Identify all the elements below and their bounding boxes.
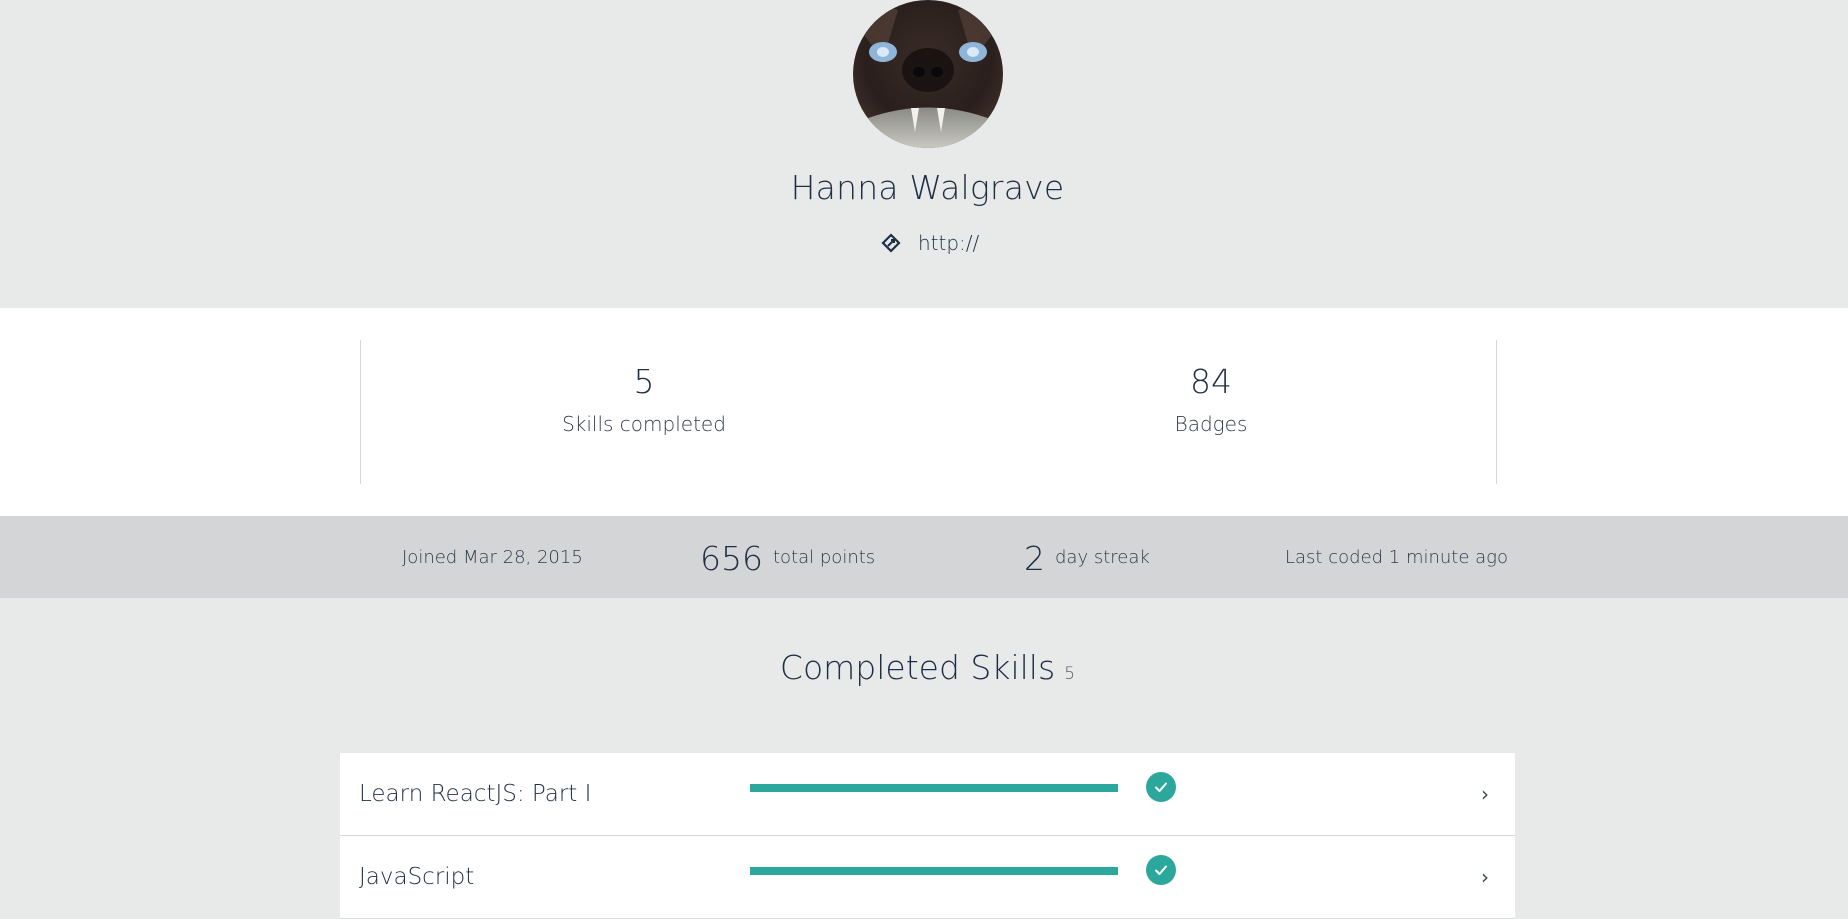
completed-skills-count: 5 [1064, 664, 1076, 684]
stats-box: 5 Skills completed 84 Badges [360, 340, 1497, 484]
chevron-right-icon[interactable]: › [1475, 753, 1495, 835]
joined-text: Joined Mar 28, 2015 [402, 546, 583, 568]
skill-progress-bar [750, 867, 1118, 875]
skill-row[interactable]: JavaScript › [340, 836, 1515, 919]
badges-label: Badges [1174, 411, 1248, 436]
completed-skills-heading: Completed Skills 5 [0, 648, 1848, 687]
skill-progress-fill [750, 867, 1118, 875]
last-coded-text: Last coded 1 minute ago [1285, 546, 1508, 568]
last-coded: Last coded 1 minute ago [1285, 516, 1508, 598]
link-icon [880, 232, 902, 254]
badges-value: 84 [1190, 362, 1232, 401]
profile-name: Hanna Walgrave [790, 168, 1065, 207]
check-icon [1146, 855, 1176, 885]
skills-completed-value: 5 [633, 362, 655, 401]
stats-band: 5 Skills completed 84 Badges [0, 308, 1848, 516]
day-streak: 2 day streak [1024, 516, 1150, 598]
skill-progress-fill [750, 784, 1118, 792]
stat-badges[interactable]: 84 Badges [1011, 340, 1411, 436]
skill-progress-bar [750, 784, 1118, 792]
skill-name[interactable]: JavaScript [359, 836, 474, 918]
check-icon [1146, 772, 1176, 802]
streak-label: day streak [1055, 546, 1150, 568]
total-points-label: total points [773, 546, 876, 568]
skills-completed-label: Skills completed [562, 411, 726, 436]
completed-skills-title: Completed Skills [779, 648, 1056, 687]
total-points: 656 total points [700, 516, 875, 598]
skill-row[interactable]: Learn ReactJS: Part I › [340, 753, 1515, 836]
profile-header: Hanna Walgrave http:// [0, 0, 1848, 308]
website-url[interactable]: http:// [918, 231, 979, 255]
avatar-photo [853, 0, 1003, 148]
streak-value: 2 [1024, 538, 1045, 578]
stat-skills-completed[interactable]: 5 Skills completed [444, 340, 844, 436]
website-link[interactable]: http:// [880, 228, 979, 258]
skill-name[interactable]: Learn ReactJS: Part I [359, 753, 591, 835]
chevron-right-icon[interactable]: › [1475, 836, 1495, 918]
completed-skills-list: Learn ReactJS: Part I › JavaScript › [340, 753, 1515, 919]
profile-meta-bar: Joined Mar 28, 2015 656 total points 2 d… [0, 516, 1848, 598]
joined-date: Joined Mar 28, 2015 [402, 516, 583, 598]
avatar[interactable] [853, 0, 1003, 148]
total-points-value: 656 [700, 538, 763, 578]
